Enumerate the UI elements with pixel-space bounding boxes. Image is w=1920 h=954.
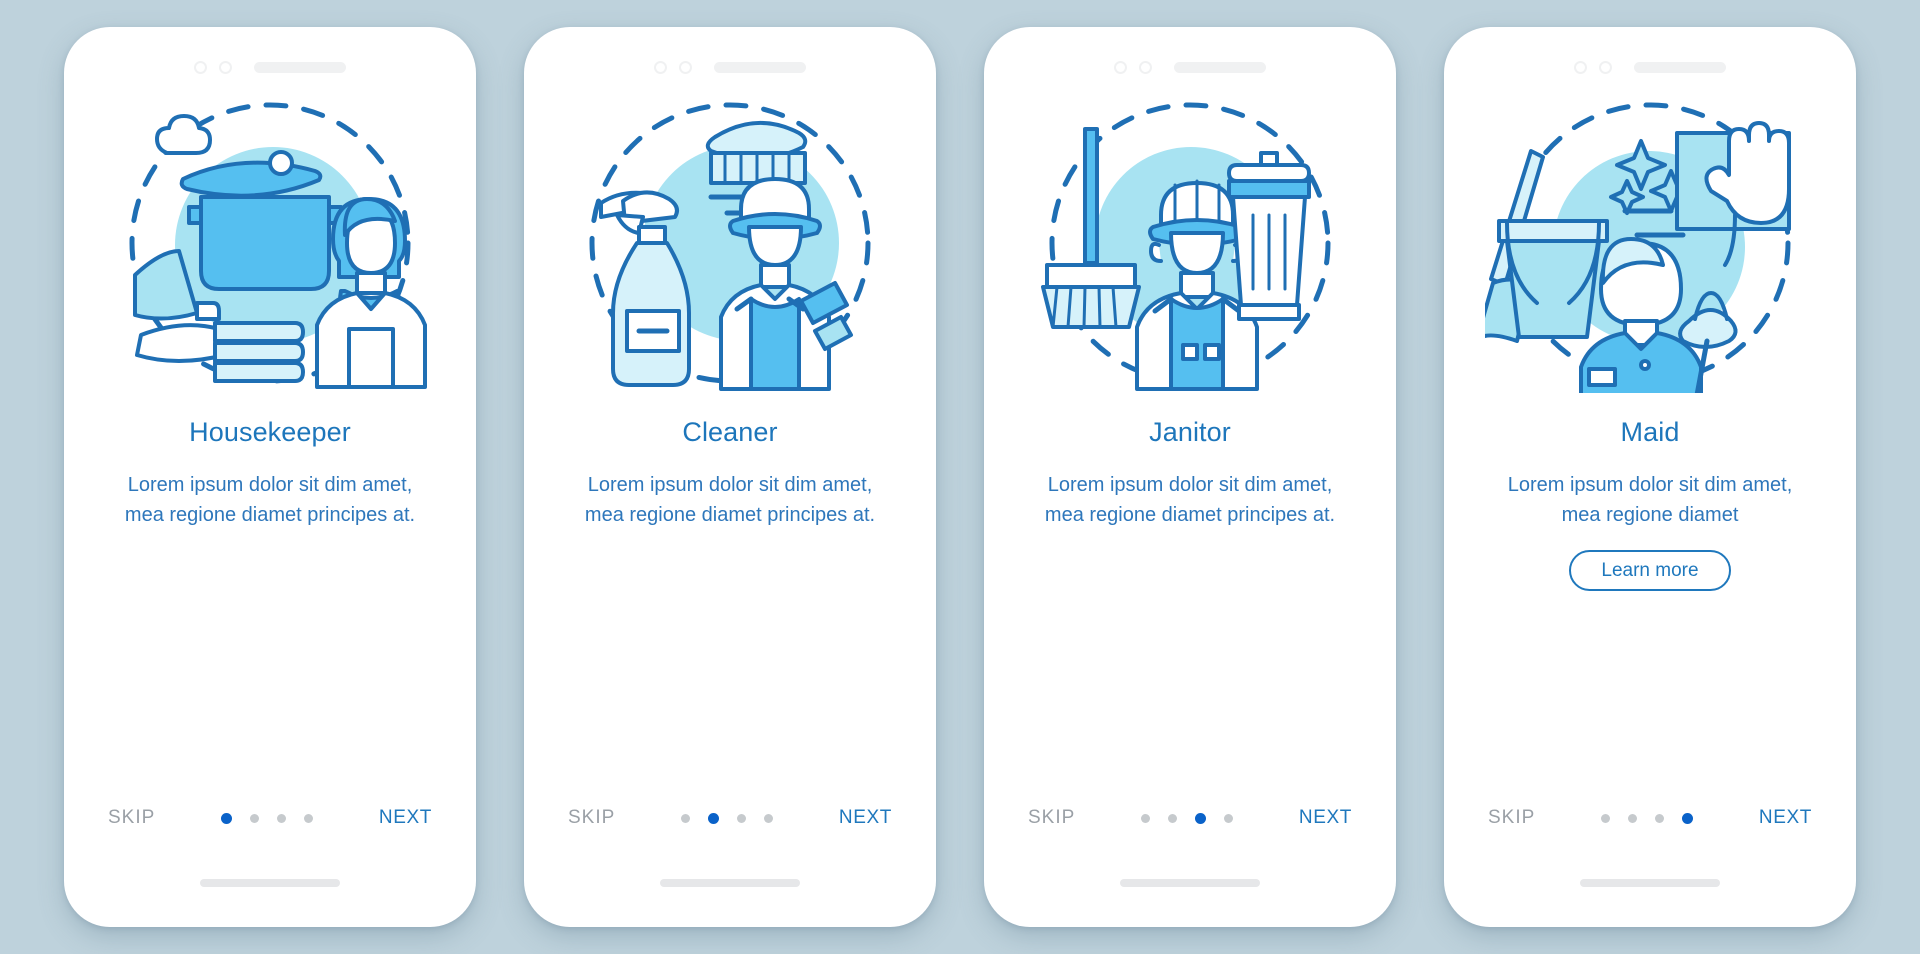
maid-illustration (1485, 93, 1815, 393)
pagination-dot-2[interactable] (708, 812, 720, 824)
onboarding-nav: SKIP NEXT (70, 807, 470, 829)
screen-maid: Maid Lorem ipsum dolor sit dim amet, mea… (1450, 33, 1850, 921)
skip-button[interactable]: SKIP (568, 807, 615, 829)
home-indicator (1580, 879, 1720, 887)
page-title: Cleaner (682, 417, 778, 447)
pagination-dots (1601, 812, 1694, 824)
pagination-dot-2[interactable] (250, 813, 260, 823)
onboarding-nav: SKIP NEXT (990, 807, 1390, 829)
camera-icon (654, 60, 667, 74)
sensor-icon (219, 60, 232, 74)
page-description: Lorem ipsum dolor sit dim amet, mea regi… (1044, 474, 1336, 526)
camera-icon (1574, 60, 1587, 74)
learn-more-button[interactable]: Learn more (1569, 550, 1731, 591)
home-indicator (1120, 879, 1260, 887)
speaker-bar (254, 61, 346, 73)
onboarding-nav: SKIP NEXT (1450, 807, 1850, 829)
phone-card-janitor: Janitor Lorem ipsum dolor sit dim amet, … (984, 27, 1396, 927)
home-indicator (660, 879, 800, 887)
screen-housekeeper: Housekeeper Lorem ipsum dolor sit dim am… (70, 33, 470, 921)
screen-cleaner: Cleaner Lorem ipsum dolor sit dim amet, … (530, 33, 930, 921)
next-button[interactable]: NEXT (1299, 807, 1352, 829)
pagination-dot-1[interactable] (1601, 813, 1611, 823)
speaker-bar (1174, 61, 1266, 73)
pagination-dots (681, 812, 774, 824)
page-title: Housekeeper (189, 417, 351, 447)
pagination-dot-4[interactable] (304, 813, 314, 823)
pagination-dot-3[interactable] (1195, 812, 1207, 824)
phone-notch (990, 59, 1390, 75)
pagination-dot-4[interactable] (1224, 813, 1234, 823)
camera-icon (194, 60, 207, 74)
speaker-bar (1634, 61, 1726, 73)
camera-icon (1114, 60, 1127, 74)
onboarding-screens-stage: Housekeeper Lorem ipsum dolor sit dim am… (0, 0, 1920, 954)
pagination-dot-2[interactable] (1168, 813, 1178, 823)
pagination-dots (1141, 812, 1234, 824)
pagination-dot-3[interactable] (277, 813, 287, 823)
next-button[interactable]: NEXT (379, 807, 432, 829)
next-button[interactable]: NEXT (1759, 807, 1812, 829)
pagination-dot-2[interactable] (1628, 813, 1638, 823)
pagination-dot-4[interactable] (1682, 812, 1694, 824)
sensor-icon (1599, 60, 1612, 74)
phone-card-housekeeper: Housekeeper Lorem ipsum dolor sit dim am… (64, 27, 476, 927)
skip-button[interactable]: SKIP (108, 807, 155, 829)
speaker-bar (714, 61, 806, 73)
phone-notch (70, 59, 470, 75)
skip-button[interactable]: SKIP (1488, 807, 1535, 829)
page-description: Lorem ipsum dolor sit dim amet, mea regi… (1507, 474, 1793, 526)
page-description: Lorem ipsum dolor sit dim amet, mea regi… (584, 474, 876, 526)
phone-card-cleaner: Cleaner Lorem ipsum dolor sit dim amet, … (524, 27, 936, 927)
page-title: Maid (1620, 417, 1680, 447)
screen-janitor: Janitor Lorem ipsum dolor sit dim amet, … (990, 33, 1390, 921)
phone-notch (530, 59, 930, 75)
phone-card-maid: Maid Lorem ipsum dolor sit dim amet, mea… (1444, 27, 1856, 927)
sensor-icon (1139, 60, 1152, 74)
pagination-dot-3[interactable] (1655, 813, 1665, 823)
pagination-dots (221, 812, 314, 824)
pagination-dot-1[interactable] (221, 812, 233, 824)
page-description: Lorem ipsum dolor sit dim amet, mea regi… (124, 474, 416, 526)
learn-more-wrapper: Learn more (1450, 550, 1850, 591)
onboarding-nav: SKIP NEXT (530, 807, 930, 829)
skip-button[interactable]: SKIP (1028, 807, 1075, 829)
housekeeper-illustration (105, 93, 435, 393)
janitor-illustration (1025, 93, 1355, 393)
sensor-icon (679, 60, 692, 74)
next-button[interactable]: NEXT (839, 807, 892, 829)
phone-notch (1450, 59, 1850, 75)
cleaner-illustration (565, 93, 895, 393)
page-title: Janitor (1149, 417, 1231, 447)
pagination-dot-3[interactable] (737, 813, 747, 823)
home-indicator (200, 879, 340, 887)
pagination-dot-4[interactable] (764, 813, 774, 823)
pagination-dot-1[interactable] (1141, 813, 1151, 823)
pagination-dot-1[interactable] (681, 813, 691, 823)
